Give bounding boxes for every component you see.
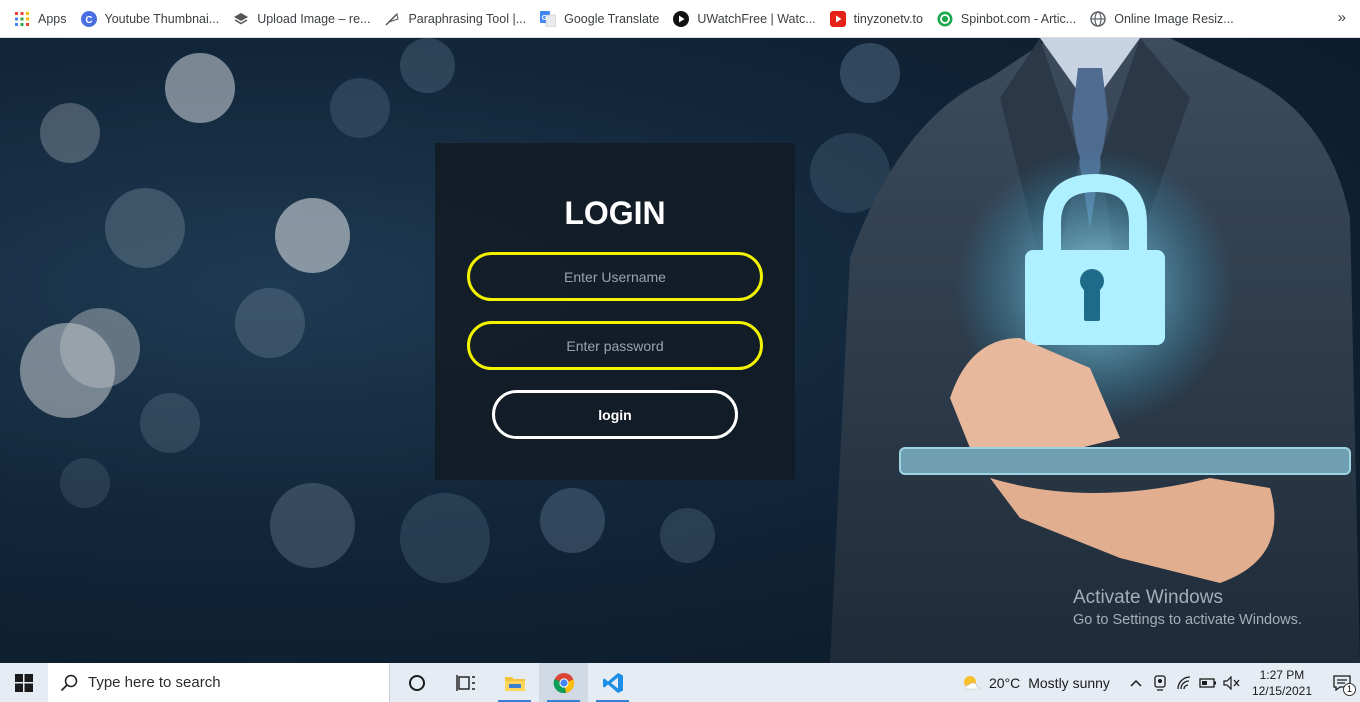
bookmark-label: Youtube Thumbnai... bbox=[104, 11, 220, 26]
chevron-up-icon bbox=[1130, 679, 1142, 687]
battery-button[interactable] bbox=[1196, 663, 1220, 702]
bookmark-spinbot[interactable]: Spinbot.com - Artic... bbox=[937, 5, 1084, 33]
google-translate-icon: G bbox=[540, 10, 557, 27]
volume-button[interactable] bbox=[1220, 663, 1244, 702]
bokeh-light bbox=[275, 198, 350, 273]
play-circle-icon bbox=[673, 10, 690, 27]
weather-widget[interactable]: 20°C Mostly sunny bbox=[961, 673, 1110, 693]
bokeh-light bbox=[400, 38, 455, 93]
activate-windows-watermark: Activate Windows Go to Settings to activ… bbox=[1073, 587, 1302, 628]
task-view-icon bbox=[455, 674, 475, 691]
bokeh-light bbox=[540, 488, 605, 553]
search-icon bbox=[60, 674, 78, 691]
bokeh-light bbox=[40, 103, 100, 163]
cortana-button[interactable] bbox=[392, 663, 441, 702]
svg-text:C: C bbox=[85, 15, 92, 26]
bookmark-label: tinyzonetv.to bbox=[853, 11, 923, 26]
action-center-button[interactable]: 1 bbox=[1324, 663, 1360, 702]
show-hidden-icons-button[interactable] bbox=[1124, 663, 1148, 702]
watermark-subtitle: Go to Settings to activate Windows. bbox=[1073, 612, 1302, 628]
stack-icon bbox=[233, 11, 249, 27]
cortana-circle-icon bbox=[408, 674, 425, 691]
bokeh-light bbox=[270, 483, 355, 568]
login-title: LOGIN bbox=[564, 195, 666, 231]
apps-grid-icon bbox=[14, 11, 30, 27]
bookmark-label: UWatchFree | Watc... bbox=[697, 11, 816, 26]
bookmark-label: Upload Image – re... bbox=[257, 11, 371, 26]
windows-taskbar: Type here to search 20°C Mostly sunny 1:… bbox=[0, 663, 1360, 702]
bokeh-light bbox=[105, 188, 185, 268]
folder-icon bbox=[504, 676, 525, 691]
bookmark-google-translate[interactable]: G Google Translate bbox=[540, 5, 667, 33]
windows-logo-icon bbox=[15, 673, 33, 692]
weather-description: Mostly sunny bbox=[1028, 674, 1110, 691]
password-input[interactable] bbox=[467, 321, 763, 370]
sun-cloud-icon bbox=[963, 675, 981, 689]
bokeh-light bbox=[60, 308, 140, 388]
bokeh-light bbox=[330, 78, 390, 138]
vscode-button[interactable] bbox=[588, 663, 637, 702]
bookmark-paraphrasing-tool[interactable]: Paraphrasing Tool |... bbox=[384, 5, 534, 33]
bookmark-upload-image[interactable]: Upload Image – re... bbox=[233, 5, 378, 33]
clock-time: 1:27 PM bbox=[1259, 667, 1305, 682]
meet-now-button[interactable] bbox=[1148, 663, 1172, 702]
login-page-background: LOGIN login Activate Windows Go to Setti… bbox=[0, 38, 1360, 663]
chrome-button[interactable] bbox=[539, 663, 588, 702]
clock[interactable]: 1:27 PM 12/15/2021 bbox=[1252, 667, 1312, 699]
wifi-icon bbox=[1177, 675, 1190, 689]
bookmark-online-image-resizer[interactable]: Online Image Resiz... bbox=[1090, 5, 1242, 33]
watermark-title: Activate Windows bbox=[1073, 587, 1223, 608]
bookmark-label: Online Image Resiz... bbox=[1114, 11, 1234, 26]
login-button[interactable]: login bbox=[492, 390, 738, 439]
svg-text:G: G bbox=[542, 15, 548, 22]
weather-temperature: 20°C bbox=[988, 674, 1021, 691]
file-explorer-button[interactable] bbox=[490, 663, 539, 702]
bokeh-light bbox=[660, 508, 715, 563]
notification-count-badge: 1 bbox=[1343, 683, 1356, 696]
battery-icon bbox=[1199, 677, 1216, 688]
businessman-lock-illustration bbox=[830, 38, 1360, 663]
task-view-button[interactable] bbox=[441, 663, 490, 702]
more-bookmarks-chevron-icon[interactable]: » bbox=[1338, 9, 1346, 26]
bookmark-label: Spinbot.com - Artic... bbox=[960, 11, 1077, 26]
c-logo-icon: C bbox=[80, 10, 97, 27]
bookmark-youtube-thumbnail[interactable]: C Youtube Thumbnai... bbox=[80, 5, 228, 33]
spinbot-icon bbox=[937, 11, 953, 27]
bokeh-light bbox=[140, 393, 200, 453]
webcam-icon bbox=[1154, 674, 1166, 691]
bookmark-uwatchfree[interactable]: UWatchFree | Watc... bbox=[673, 5, 823, 33]
clock-date: 12/15/2021 bbox=[1251, 683, 1312, 698]
bokeh-light bbox=[400, 493, 490, 583]
start-button[interactable] bbox=[0, 663, 48, 702]
login-card: LOGIN login bbox=[435, 143, 795, 480]
bookmark-tinyzonetv[interactable]: tinyzonetv.to bbox=[829, 5, 931, 33]
bookmark-apps[interactable]: Apps bbox=[14, 5, 75, 33]
search-placeholder: Type here to search bbox=[88, 674, 221, 691]
speaker-muted-icon bbox=[1223, 675, 1240, 690]
bookmark-label: Google Translate bbox=[564, 11, 660, 26]
bokeh-light bbox=[235, 288, 305, 358]
taskbar-search-box[interactable]: Type here to search bbox=[48, 663, 390, 702]
username-input[interactable] bbox=[467, 252, 763, 301]
bookmark-label: Apps bbox=[38, 11, 67, 26]
system-tray: 20°C Mostly sunny 1:27 PM 12/15/2021 1 bbox=[961, 663, 1360, 702]
bookmark-label: Paraphrasing Tool |... bbox=[408, 11, 527, 26]
globe-icon bbox=[1090, 10, 1106, 27]
chrome-icon bbox=[553, 672, 574, 693]
bookmarks-bar: Apps C Youtube Thumbnai... Upload Image … bbox=[0, 0, 1360, 38]
feather-icon bbox=[384, 11, 400, 27]
youtube-play-icon bbox=[829, 10, 846, 27]
vscode-icon bbox=[602, 672, 623, 693]
network-button[interactable] bbox=[1172, 663, 1196, 702]
bokeh-light bbox=[60, 458, 110, 508]
bokeh-light bbox=[165, 53, 235, 123]
